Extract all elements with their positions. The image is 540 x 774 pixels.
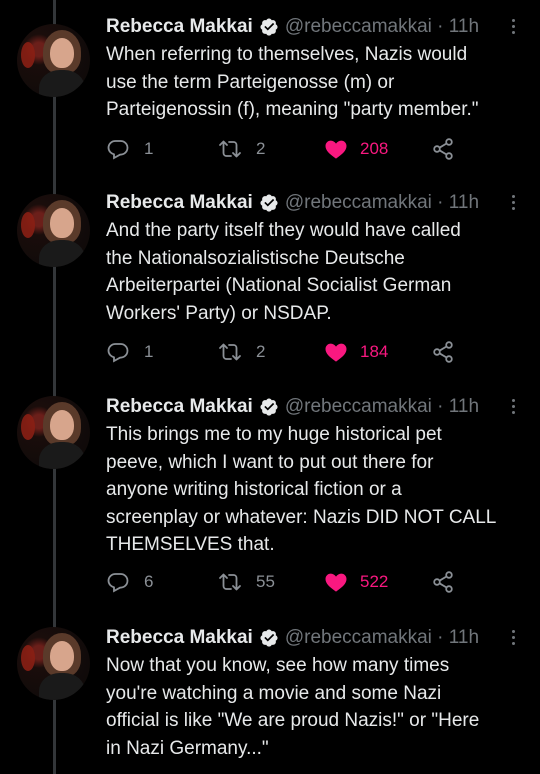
tweet-text-line: peeve, which I want to put out there for bbox=[106, 451, 434, 473]
share-button[interactable] bbox=[431, 569, 455, 595]
share-icon bbox=[433, 571, 453, 593]
tweet-text-line: Arbeiterpartei (National Socialist Germa… bbox=[106, 275, 452, 296]
avatar[interactable] bbox=[17, 24, 90, 97]
tweet-text-line: official is like "We are proud Nazis!" o… bbox=[106, 710, 480, 731]
more-options-icon[interactable] bbox=[508, 192, 518, 214]
avatar-body bbox=[39, 70, 85, 97]
author-name[interactable]: Rebecca Makkai bbox=[106, 627, 253, 649]
retweet-count: 2 bbox=[256, 342, 266, 361]
tweet-text-line: anyone writing historical fiction or a bbox=[106, 479, 402, 500]
like-count: 184 bbox=[360, 342, 389, 361]
share-button[interactable] bbox=[431, 339, 455, 365]
heart-filled-icon bbox=[325, 343, 347, 362]
retweet-button[interactable]: 55 bbox=[218, 569, 275, 595]
reply-bubble-icon bbox=[107, 573, 129, 593]
share-icon bbox=[433, 138, 453, 160]
tweet-text-line: THEMSELVES that. bbox=[106, 534, 275, 555]
more-options-icon[interactable] bbox=[508, 16, 518, 38]
retweet-icon bbox=[219, 343, 241, 361]
avatar[interactable] bbox=[17, 194, 90, 267]
tweet-text-line: Workers' Party) or NSDAP. bbox=[106, 302, 332, 324]
reply-count: 6 bbox=[144, 572, 154, 591]
like-button[interactable]: 522 bbox=[324, 569, 388, 595]
avatar-face bbox=[50, 410, 74, 440]
retweet-icon bbox=[219, 140, 241, 158]
tweet-text-line: the Nationalsozialistische Deutsche bbox=[106, 247, 405, 269]
avatar[interactable] bbox=[17, 396, 90, 469]
avatar-body bbox=[39, 240, 85, 267]
retweet-count: 55 bbox=[256, 572, 275, 591]
tweet-text-line: When referring to themselves, Nazis woul… bbox=[106, 44, 468, 65]
reply-button[interactable]: 1 bbox=[106, 339, 153, 365]
author-name[interactable]: Rebecca Makkai bbox=[106, 16, 253, 38]
reply-count: 1 bbox=[144, 342, 154, 361]
like-button[interactable]: 208 bbox=[324, 136, 388, 162]
avatar-face bbox=[50, 38, 74, 68]
reply-count: 1 bbox=[144, 139, 154, 158]
reply-button[interactable]: 6 bbox=[106, 569, 153, 595]
tweet-text-line: screenplay or whatever: Nazis DID NOT CA… bbox=[106, 506, 497, 528]
tweet-text-line: Parteigenossin (f), meaning "party membe… bbox=[106, 99, 479, 120]
author-name[interactable]: Rebecca Makkai bbox=[106, 192, 253, 214]
tweet-text-line: And the party itself they would have cal… bbox=[106, 220, 461, 241]
like-count: 522 bbox=[360, 572, 389, 591]
avatar-background bbox=[21, 42, 35, 68]
author-handle-timestamp[interactable]: @rebeccamakkai · 11h bbox=[285, 396, 479, 418]
verified-badge-icon bbox=[260, 194, 278, 212]
share-button[interactable] bbox=[431, 136, 455, 162]
author-name[interactable]: Rebecca Makkai bbox=[106, 396, 253, 418]
avatar-face bbox=[50, 641, 74, 671]
avatar-body bbox=[39, 442, 85, 469]
heart-filled-icon bbox=[325, 140, 347, 159]
avatar[interactable] bbox=[17, 627, 90, 700]
tweet-actions: 1 2 184 bbox=[106, 339, 526, 365]
tweet-header: Rebecca Makkai @rebeccamakkai · 11h bbox=[106, 394, 479, 420]
avatar-background bbox=[21, 414, 35, 440]
tweet-actions: 1 2 208 bbox=[106, 136, 526, 162]
share-icon bbox=[433, 341, 453, 363]
avatar-face bbox=[50, 208, 74, 238]
author-handle-timestamp[interactable]: @rebeccamakkai · 11h bbox=[285, 192, 479, 214]
tweet-text-line: in Nazi Germany..." bbox=[106, 737, 269, 759]
tweet-text: This brings me to my huge historical pet… bbox=[106, 421, 526, 559]
reply-bubble-icon bbox=[107, 343, 129, 363]
avatar-body bbox=[39, 673, 85, 700]
heart-filled-icon bbox=[325, 573, 347, 592]
verified-badge-icon bbox=[260, 629, 278, 647]
tweet-text-line: you're watching a movie and some Nazi bbox=[106, 682, 442, 704]
tweet-actions: 6 55 522 bbox=[106, 569, 526, 595]
tweet-header: Rebecca Makkai @rebeccamakkai · 11h bbox=[106, 190, 479, 216]
tweet-text: Now that you know, see how many times yo… bbox=[106, 652, 526, 762]
verified-badge-icon bbox=[260, 18, 278, 36]
reply-button[interactable]: 1 bbox=[106, 136, 153, 162]
more-options-icon[interactable] bbox=[508, 396, 518, 418]
retweet-button[interactable]: 2 bbox=[218, 339, 265, 365]
avatar-background bbox=[21, 212, 35, 238]
retweet-icon bbox=[219, 573, 241, 591]
avatar-background bbox=[21, 645, 35, 671]
retweet-count: 2 bbox=[256, 139, 266, 158]
tweet-header: Rebecca Makkai @rebeccamakkai · 11h bbox=[106, 625, 479, 651]
reply-bubble-icon bbox=[107, 140, 129, 160]
tweet-text: And the party itself they would have cal… bbox=[106, 217, 526, 327]
author-handle-timestamp[interactable]: @rebeccamakkai · 11h bbox=[285, 16, 479, 38]
like-button[interactable]: 184 bbox=[324, 339, 388, 365]
tweet-text-line: This brings me to my huge historical pet bbox=[106, 424, 442, 445]
tweet-text: When referring to themselves, Nazis woul… bbox=[106, 41, 526, 124]
retweet-button[interactable]: 2 bbox=[218, 136, 265, 162]
tweet-text-line: use the term Parteigenosse (m) or bbox=[106, 71, 395, 93]
verified-badge-icon bbox=[260, 398, 278, 416]
tweet-text-line: Now that you know, see how many times bbox=[106, 655, 450, 676]
tweet-header: Rebecca Makkai @rebeccamakkai · 11h bbox=[106, 14, 479, 40]
like-count: 208 bbox=[360, 139, 389, 158]
author-handle-timestamp[interactable]: @rebeccamakkai · 11h bbox=[285, 627, 479, 649]
more-options-icon[interactable] bbox=[508, 627, 518, 649]
